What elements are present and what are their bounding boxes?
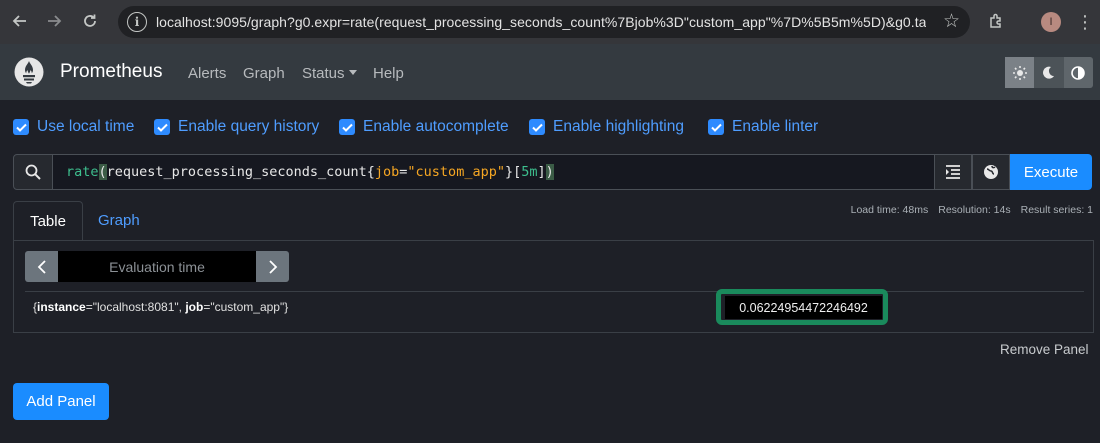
option-enable-query-history[interactable]: Enable query history [154, 118, 319, 136]
query-bar: rate(request_processing_seconds_count{jo… [13, 154, 1094, 190]
table-row-value: 0.06224954472246492 [725, 296, 882, 319]
url-text: localhost:9095/graph?g0.expr=rate(reques… [156, 14, 926, 30]
profile-avatar[interactable]: I [1041, 12, 1061, 32]
checkbox-checked-icon[interactable] [529, 119, 545, 135]
option-use-local-time[interactable]: Use local time [13, 118, 134, 136]
checkbox-checked-icon[interactable] [154, 119, 170, 135]
table-row-series-labels: {instance="localhost:8081", job="custom_… [33, 300, 289, 314]
browser-menu-icon[interactable]: ⋮ [1076, 10, 1094, 34]
option-label[interactable]: Enable autocomplete [363, 118, 509, 136]
dark-theme-moon-icon[interactable] [1034, 57, 1063, 88]
table-panel: Evaluation time {instance="localhost:808… [13, 240, 1094, 333]
query-metric: request_processing_seconds_count [106, 164, 367, 180]
nav-help[interactable]: Help [373, 65, 404, 82]
evaluation-time-control: Evaluation time [25, 251, 289, 282]
option-label[interactable]: Enable linter [732, 118, 818, 136]
chevron-right-icon[interactable] [256, 251, 289, 282]
query-stats: Load time: 48ms Resolution: 14s Result ser… [841, 204, 1093, 216]
checkbox-checked-icon[interactable] [339, 119, 355, 135]
nav-alerts[interactable]: Alerts [188, 65, 226, 82]
add-panel-button[interactable]: Add Panel [13, 383, 109, 420]
nav-status-label: Status [302, 65, 345, 82]
execute-button[interactable]: Execute [1010, 154, 1092, 190]
metrics-explorer-globe-icon[interactable] [972, 154, 1010, 190]
stat-load-time: Load time: 48ms [850, 204, 929, 216]
forward-arrow-icon[interactable] [40, 7, 68, 35]
tab-table[interactable]: Table [13, 201, 83, 241]
nav-status-dropdown[interactable]: Status [302, 65, 357, 82]
option-enable-linter[interactable]: Enable linter [708, 118, 818, 136]
browser-toolbar: i localhost:9095/graph?g0.expr=rate(requ… [0, 0, 1100, 44]
label-value-instance: "localhost:8081" [92, 300, 179, 314]
auto-theme-contrast-icon[interactable] [1063, 57, 1093, 88]
query-range: 5m [521, 164, 538, 180]
back-arrow-icon[interactable] [6, 7, 34, 35]
chevron-left-icon[interactable] [25, 251, 58, 282]
site-info-icon[interactable]: i [127, 12, 147, 32]
reload-icon[interactable] [76, 7, 104, 35]
evaluation-time-input[interactable]: Evaluation time [58, 251, 256, 282]
checkbox-checked-icon[interactable] [13, 119, 29, 135]
query-function: rate [66, 164, 99, 180]
caret-down-icon [348, 70, 357, 75]
query-label-name: job [374, 164, 400, 180]
nav-graph[interactable]: Graph [243, 65, 285, 82]
option-enable-autocomplete[interactable]: Enable autocomplete [339, 118, 509, 136]
tab-graph[interactable]: Graph [98, 212, 140, 229]
search-icon [13, 154, 53, 190]
expression-input[interactable]: rate(request_processing_seconds_count{jo… [53, 154, 934, 190]
light-theme-sun-icon[interactable] [1005, 57, 1035, 88]
option-enable-highlighting[interactable]: Enable highlighting [529, 118, 684, 136]
query-label-value: "custom_app" [407, 164, 505, 180]
table-divider [25, 291, 1084, 292]
option-label[interactable]: Use local time [37, 118, 134, 136]
option-label[interactable]: Enable highlighting [553, 118, 684, 136]
theme-toggle-group [1005, 57, 1093, 88]
label-key-job: job [185, 300, 204, 314]
brand-title[interactable]: Prometheus [60, 61, 162, 83]
format-expression-icon[interactable] [934, 154, 972, 190]
label-value-job: "custom_app" [210, 300, 285, 314]
option-label[interactable]: Enable query history [178, 118, 319, 136]
stat-resolution: Resolution: 14s [938, 204, 1011, 216]
remove-panel-link[interactable]: Remove Panel [1000, 342, 1089, 357]
stat-result-series: Result series: 1 [1020, 204, 1093, 216]
extensions-puzzle-icon[interactable] [986, 10, 1008, 32]
address-bar[interactable]: i localhost:9095/graph?g0.expr=rate(requ… [118, 6, 970, 38]
prometheus-logo-icon[interactable] [14, 57, 44, 87]
checkbox-checked-icon[interactable] [708, 119, 724, 135]
label-key-instance: instance [37, 300, 86, 314]
bookmark-star-icon[interactable]: ☆ [943, 10, 960, 33]
app-navbar: Prometheus Alerts Graph Status Help [0, 44, 1100, 100]
